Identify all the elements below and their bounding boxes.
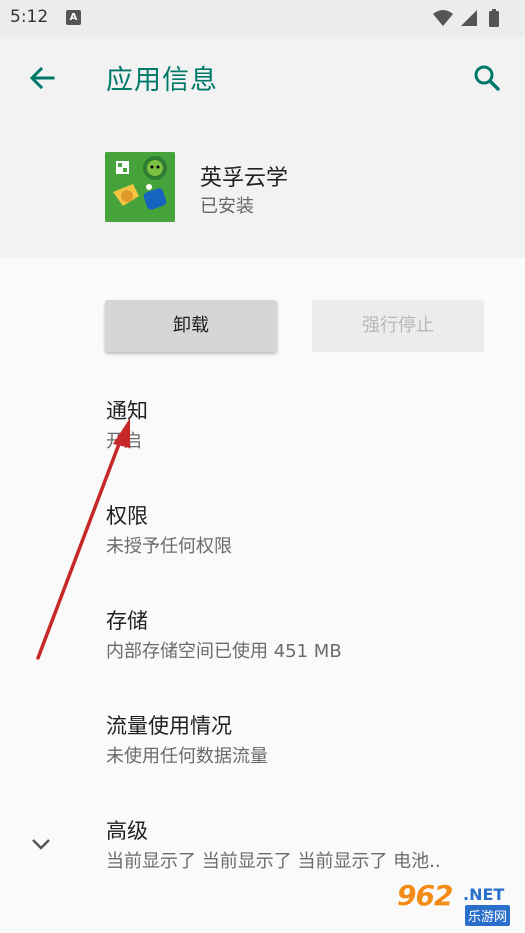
item-title: 通知 <box>106 399 148 423</box>
item-title: 流量使用情况 <box>106 714 232 738</box>
status-icons <box>433 9 499 27</box>
watermark-label: 乐游网 <box>465 905 511 926</box>
settings-item-data-usage[interactable]: 流量使用情况 未使用任何数据流量 <box>0 698 525 798</box>
uninstall-button[interactable]: 卸载 <box>105 300 277 352</box>
item-subtitle: 未使用任何数据流量 <box>106 746 268 767</box>
watermark-domain: .NET <box>463 885 505 904</box>
page-title: 应用信息 <box>106 65 218 96</box>
watermark-number: 962 <box>397 879 453 912</box>
settings-item-storage[interactable]: 存储 内部存储空间已使用 451 MB <box>0 593 525 693</box>
battery-icon <box>489 11 499 27</box>
settings-item-permissions[interactable]: 权限 未授予任何权限 <box>0 488 525 588</box>
notification-a-icon: A <box>66 10 81 25</box>
wifi-icon <box>433 10 453 26</box>
watermark-logo: 962 .NET 乐游网 <box>393 879 519 927</box>
item-title: 高级 <box>106 819 148 843</box>
app-name: 英孚云学 <box>200 166 289 191</box>
search-icon[interactable] <box>467 58 507 98</box>
app-header: 英孚云学 已安装 <box>0 120 525 258</box>
app-icon <box>105 152 175 222</box>
chevron-down-icon <box>32 839 50 850</box>
app-bar: 应用信息 <box>0 36 525 120</box>
item-subtitle: 当前显示了 当前显示了 当前显示了 电池.. <box>106 851 441 872</box>
status-time: 5:12 <box>10 7 49 27</box>
force-stop-button[interactable]: 强行停止 <box>312 300 484 352</box>
item-subtitle: 未授予任何权限 <box>106 536 232 557</box>
settings-item-notifications[interactable]: 通知 开启 <box>0 383 525 483</box>
status-bar: 5:12 A <box>0 0 525 36</box>
app-install-status: 已安装 <box>200 196 254 217</box>
back-arrow-icon[interactable] <box>22 58 62 98</box>
item-title: 权限 <box>106 504 148 528</box>
item-title: 存储 <box>106 609 148 633</box>
item-subtitle: 内部存储空间已使用 451 MB <box>106 641 342 662</box>
item-subtitle: 开启 <box>106 431 142 452</box>
signal-icon <box>461 10 477 26</box>
app-info-content: 卸载 强行停止 通知 开启 权限 未授予任何权限 存储 内部存储空间已使用 45… <box>0 258 525 933</box>
